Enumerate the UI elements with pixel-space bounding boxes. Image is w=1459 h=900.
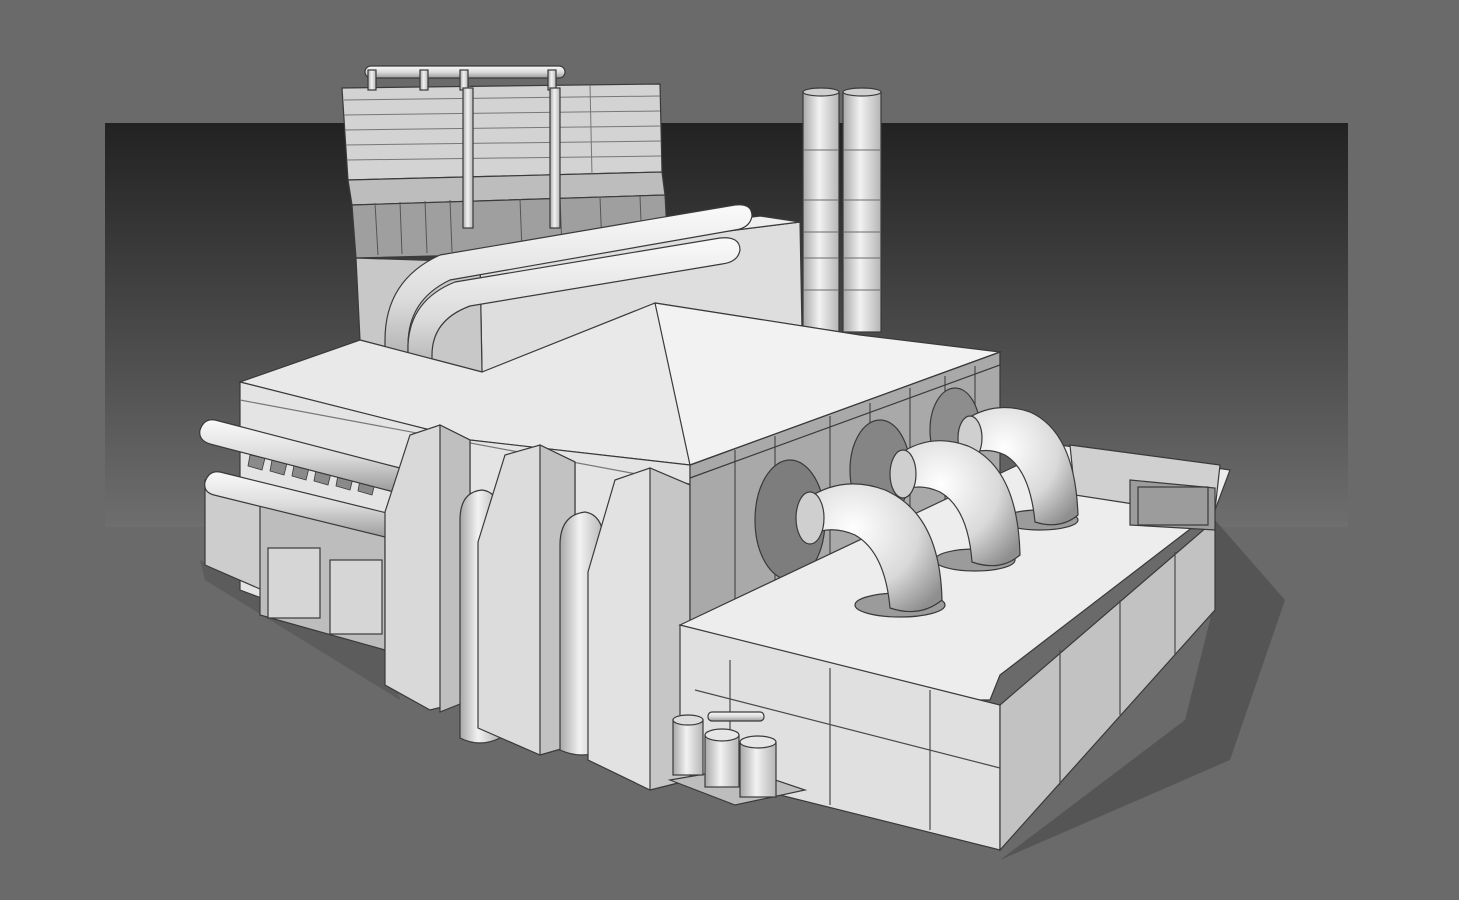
plant-render — [0, 0, 1459, 900]
render-viewport — [0, 0, 1459, 900]
